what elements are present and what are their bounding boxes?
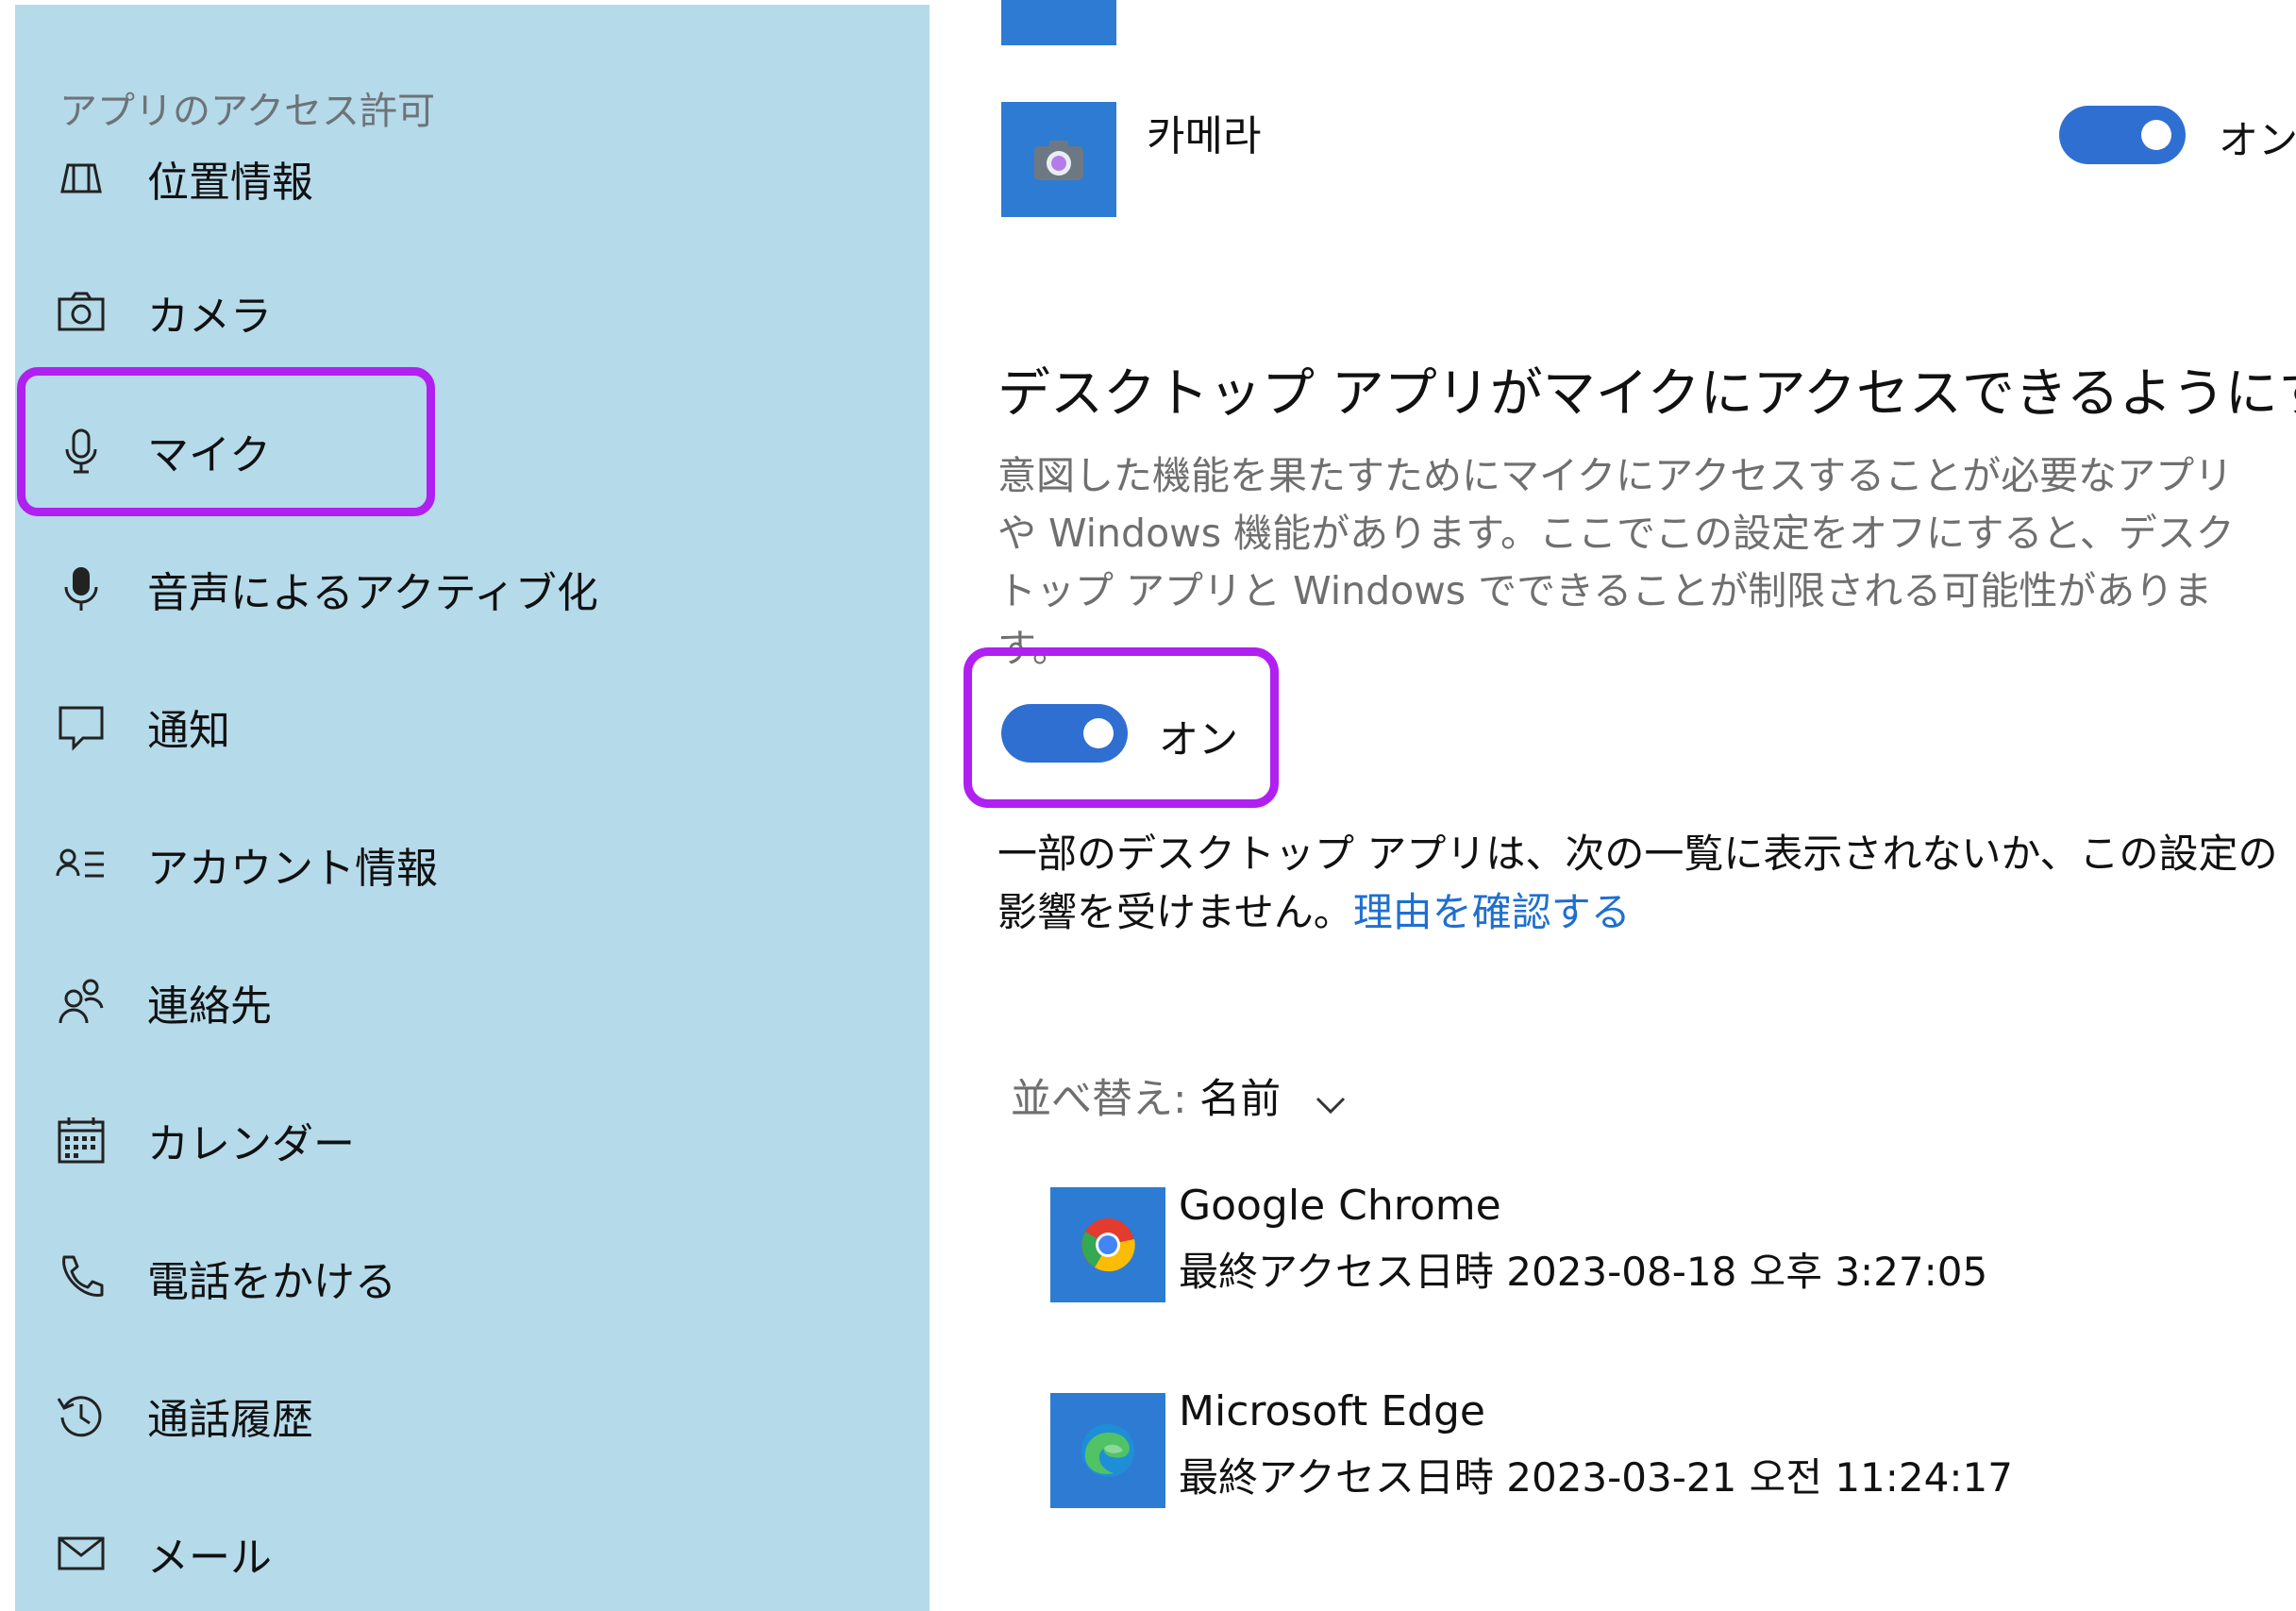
sidebar-item-calendar[interactable]: カレンダー [15,1088,930,1192]
camera-app-toggle-label: オン [2219,117,2296,163]
sidebar-item-notifications[interactable]: 通知 [15,675,930,779]
camera-app-name: 카메라 [1147,112,1262,160]
sidebar-item-label: カメラ [147,293,272,341]
notification-icon [55,700,108,753]
sidebar-item-camera[interactable]: カメラ [15,260,930,364]
sidebar-item-label: 電話をかける [147,1258,396,1306]
sidebar-item-phone-calls[interactable]: 電話をかける [15,1226,930,1330]
voice-activation-icon [55,562,108,615]
sort-value: 名前 [1199,1076,1282,1123]
sidebar-item-voice-activation[interactable]: 音声によるアクティブ化 [15,537,930,641]
app-last-access: 最終アクセス日時 2023-08-18 오후 3:27:05 [1179,1249,1988,1295]
sidebar-item-label: 音声によるアクティブ化 [147,569,598,617]
location-icon [55,154,108,203]
app-list-item[interactable]: Google Chrome 最終アクセス日時 2023-08-18 오후 3:2… [1050,1182,2277,1304]
app-name: Google Chrome [1179,1182,1501,1230]
microphone-highlight-box [17,367,435,516]
call-history-icon [55,1389,108,1442]
mail-icon [55,1527,108,1580]
toggle-knob [2141,120,2171,150]
sidebar-item-label: カレンダー [147,1120,355,1168]
app-name: Microsoft Edge [1179,1387,1485,1435]
app-list-item[interactable]: Microsoft Edge 最終アクセス日時 2023-03-21 오전 11… [1050,1387,2277,1510]
camera-icon [55,286,108,339]
contacts-icon [55,976,108,1029]
edge-icon [1050,1393,1165,1508]
calendar-icon [55,1114,108,1166]
chrome-icon [1050,1187,1165,1302]
phone-icon [55,1251,108,1304]
camera-app-icon [1001,102,1116,217]
sidebar-item-mail[interactable]: メール [15,1502,930,1605]
desktop-apps-heading: デスクトップ アプリがマイクにアクセスできるようにする [997,363,2296,425]
chevron-down-icon [1315,1079,1347,1126]
camera-app-toggle[interactable] [2059,106,2186,164]
sort-label: 並べ替え: [1011,1076,1187,1123]
sidebar-item-label: 位置情報 [147,159,313,203]
previous-app-icon [1001,0,1116,45]
sidebar-item-label: メール [147,1534,272,1582]
sidebar-item-label: アカウント情報 [147,845,438,893]
desktop-apps-description: 意図した機能を果たすためにマイクにアクセスすることが必要なアプリや Window… [997,453,2235,671]
sidebar-item-label: 連絡先 [147,982,272,1031]
sidebar-item-label: 通話履歴 [147,1396,313,1444]
main-content: 카메라 オン デスクトップ アプリがマイクにアクセスできるようにする 意図した機… [930,0,2296,1611]
sidebar-item-call-history[interactable]: 通話履歴 [15,1364,930,1468]
sidebar-item-location[interactable]: 位置情報 [15,154,930,203]
account-info-icon [55,838,108,891]
learn-why-link[interactable]: 理由を確認する [1353,889,1631,935]
desktop-apps-note: 一部のデスクトップ アプリは、次の一覧に表示されないか、この設定の影響を受けませ… [997,825,2296,942]
sidebar-item-account-info[interactable]: アカウント情報 [15,813,930,916]
sort-dropdown[interactable]: 並べ替え: 名前 [1011,1066,1347,1126]
toggle-highlight-box [964,647,1279,808]
sidebar-item-label: 通知 [147,707,230,755]
sidebar-item-contacts[interactable]: 連絡先 [15,950,930,1054]
note-text: 一部のデスクトップ アプリは、次の一覧に表示されないか、この設定の影響を受けませ… [997,831,2278,935]
sidebar: アプリのアクセス許可 位置情報 カメラ マイク 音声によるアクティブ化 通知 ア… [15,5,930,1611]
sidebar-title: アプリのアクセス許可 [59,90,435,133]
app-last-access: 最終アクセス日時 2023-03-21 오전 11:24:17 [1179,1454,2013,1501]
